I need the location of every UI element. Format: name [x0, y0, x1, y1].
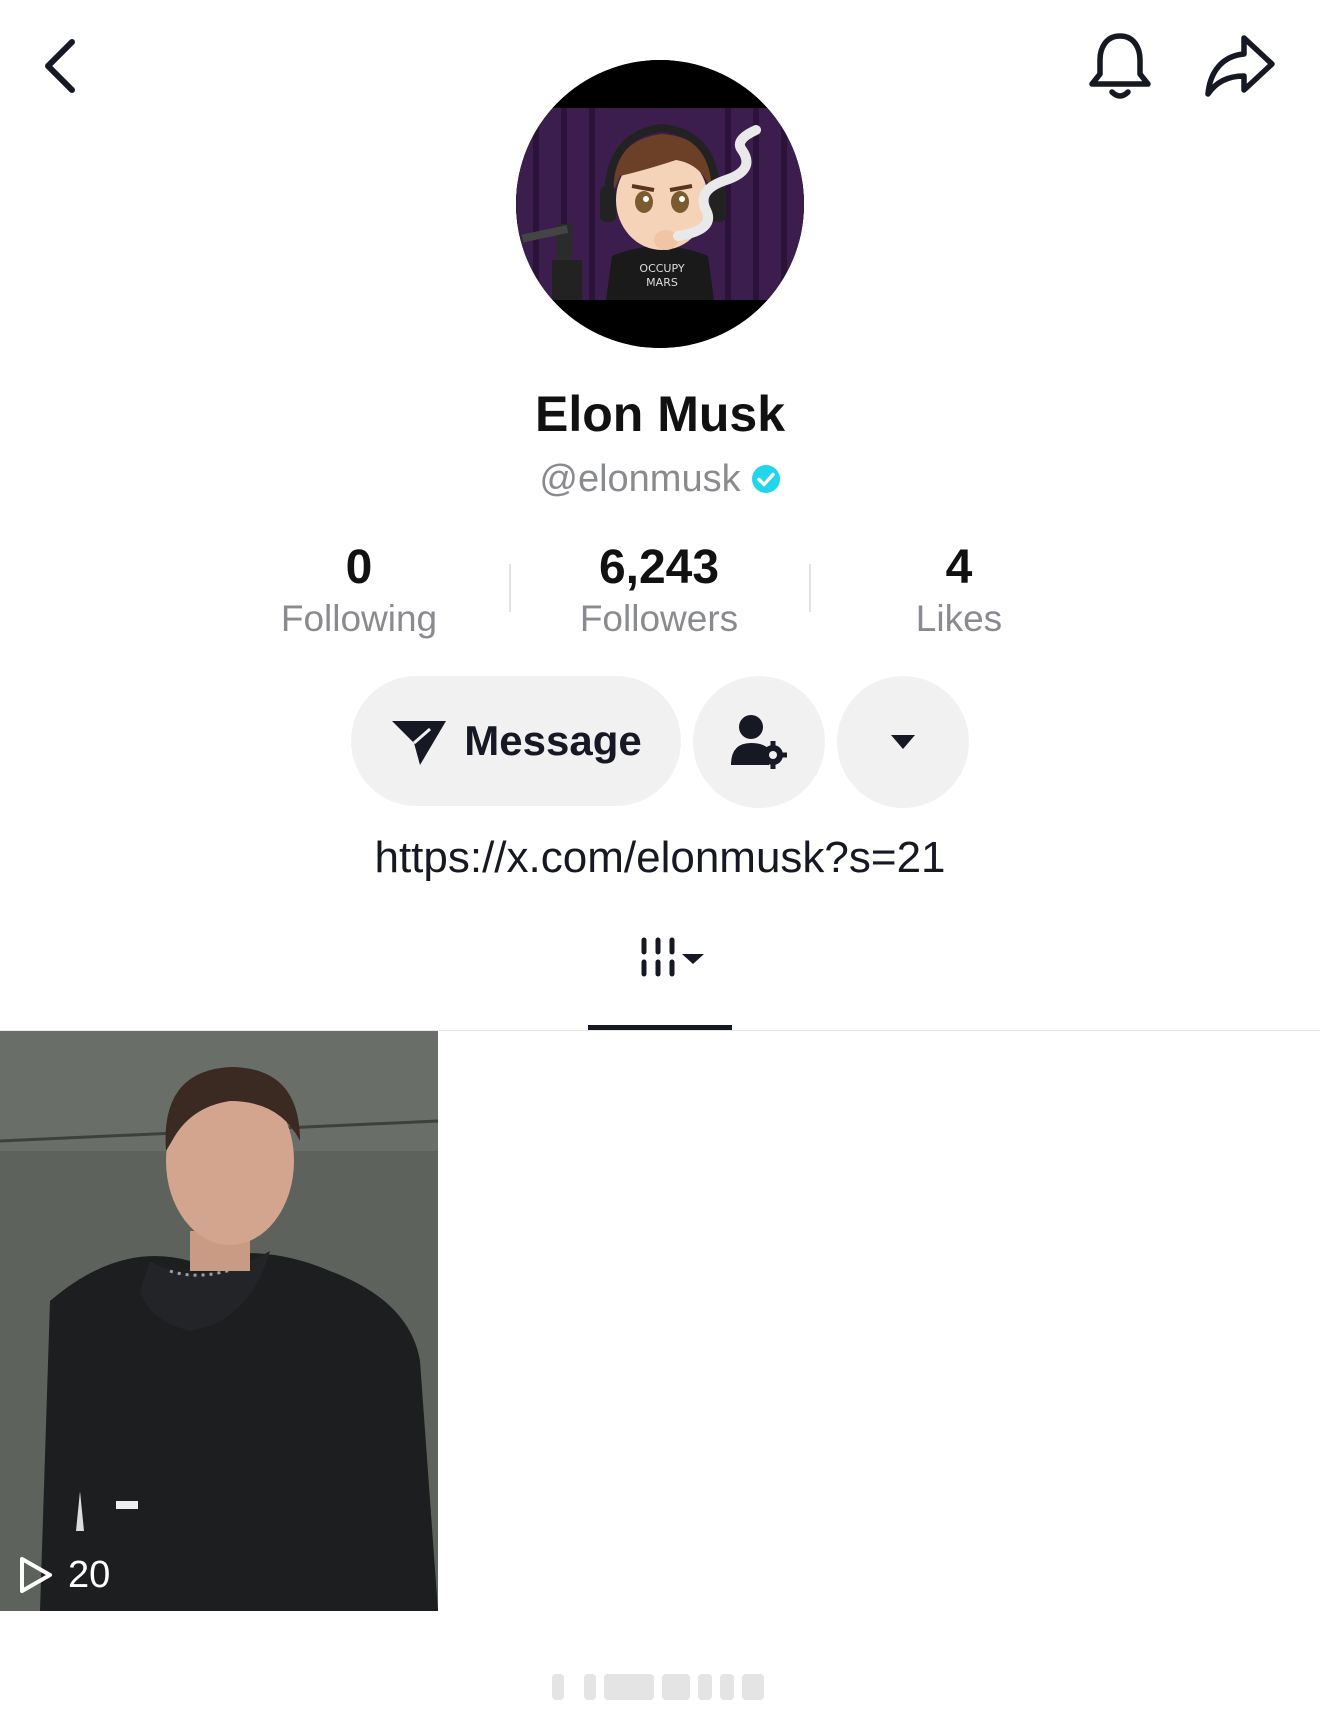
- stat-likes-value: 4: [945, 541, 973, 594]
- caret-down-icon: [891, 735, 915, 749]
- handle-row: @elonmusk: [0, 454, 1320, 504]
- share-button[interactable]: [1202, 32, 1278, 100]
- notification-bell-button[interactable]: [1086, 30, 1154, 102]
- avatar-image: OCCUPY MARS: [516, 60, 804, 348]
- video-thumbnail[interactable]: 20: [0, 1031, 438, 1611]
- play-count-value: 20: [68, 1554, 111, 1596]
- user-settings-icon: [731, 715, 787, 769]
- stat-following-label: Following: [280, 598, 438, 639]
- play-outline-icon: [20, 1557, 52, 1593]
- stat-likes[interactable]: 4 Likes: [809, 540, 1109, 642]
- play-count: 20: [18, 1553, 110, 1597]
- bio-link[interactable]: https://x.com/elonmusk?s=21: [0, 830, 1320, 886]
- message-button-label: Message: [464, 717, 642, 764]
- username-handle: @elonmusk: [539, 458, 741, 500]
- stat-followers[interactable]: 6,243 Followers: [509, 540, 809, 642]
- paper-plane-icon: [392, 721, 447, 765]
- display-name: Elon Musk: [534, 386, 786, 442]
- stat-likes-label: Likes: [915, 598, 1003, 639]
- chevron-left-icon: [45, 39, 75, 93]
- grid-lines-icon: [641, 937, 704, 977]
- stat-followers-value: 6,243: [598, 541, 720, 594]
- watermark: [552, 1674, 764, 1700]
- share-arrow-icon: [1205, 35, 1275, 97]
- more-options-button[interactable]: [837, 676, 969, 808]
- stat-following[interactable]: 0 Following: [209, 540, 509, 642]
- bell-icon: [1089, 33, 1151, 99]
- avatar-shirt-text: OCCUPY: [639, 262, 684, 275]
- user-settings-button[interactable]: [693, 676, 825, 808]
- stat-followers-label: Followers: [579, 598, 739, 639]
- svg-text:MARS: MARS: [646, 276, 678, 289]
- video-thumbnail-image: [0, 1031, 438, 1611]
- stat-following-value: 0: [345, 541, 373, 594]
- avatar[interactable]: OCCUPY MARS: [516, 60, 804, 348]
- tab-videos[interactable]: [588, 930, 732, 1030]
- back-button[interactable]: [36, 36, 84, 96]
- caret-down-icon: [682, 954, 704, 964]
- verified-badge-icon: [751, 464, 781, 494]
- message-button[interactable]: Message: [351, 676, 681, 806]
